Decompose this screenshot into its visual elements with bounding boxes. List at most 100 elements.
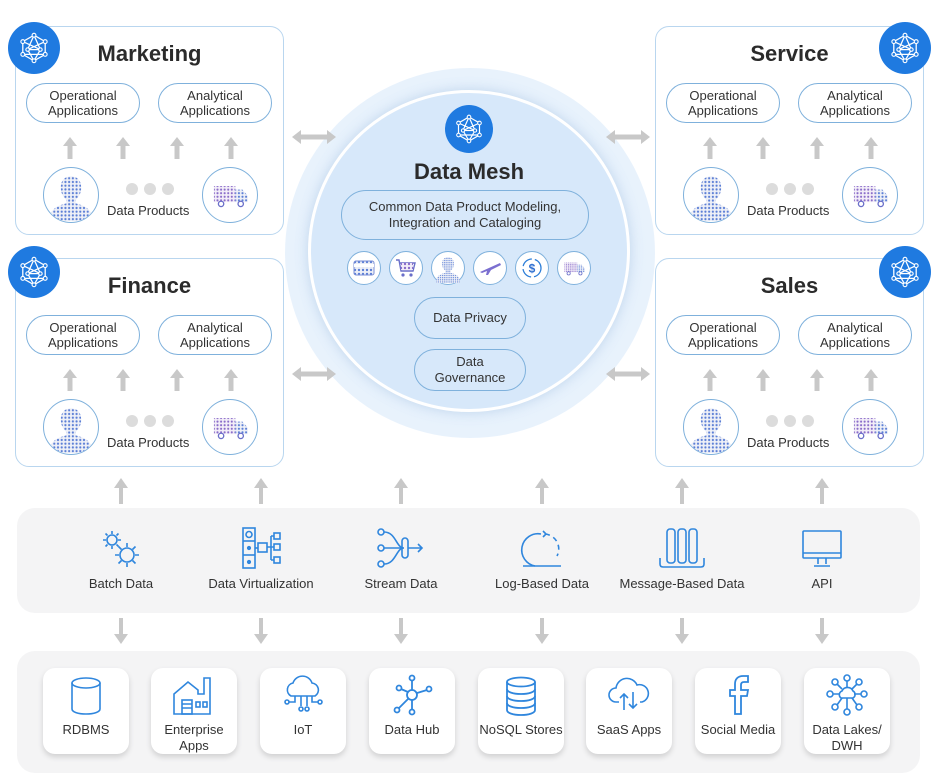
cloud-circuit-icon <box>260 674 346 716</box>
person-product <box>43 167 99 223</box>
up-arrow <box>224 137 238 159</box>
down-arrow <box>114 618 128 644</box>
up-arrow <box>815 478 829 504</box>
domain-badge <box>879 22 931 74</box>
up-arrow <box>675 478 689 504</box>
shopping-cart-icon <box>389 251 423 285</box>
facebook-icon <box>695 674 781 716</box>
integration-method: Message-Based Data <box>617 526 747 592</box>
truck-product <box>202 399 258 455</box>
up-arrow <box>703 137 717 159</box>
bidirectional-arrow <box>606 130 650 144</box>
more-dots-icon <box>766 415 814 427</box>
integration-method: Batch Data <box>56 526 186 592</box>
data-source-label: Data Hub <box>384 722 440 737</box>
integration-method: Log-Based Data <box>477 526 607 592</box>
operational-applications-pill: Operational Applications <box>666 315 780 355</box>
data-privacy-pill: Data Privacy <box>414 297 526 339</box>
data-mesh-title: Data Mesh <box>413 159 525 184</box>
data-source-label: IoT <box>293 722 313 737</box>
data-source-card: Data Lakes/ DWH <box>804 668 890 754</box>
down-arrow <box>254 618 268 644</box>
delivery-truck-icon <box>845 170 895 220</box>
airplane-icon <box>473 251 507 285</box>
mesh-network-icon <box>18 32 50 64</box>
integration-method-label: Message-Based Data <box>619 576 745 591</box>
virtualization-icon <box>196 526 326 570</box>
domain-card-finance: Finance Operational Applications Analyti… <box>15 258 284 467</box>
person-icon <box>45 169 97 221</box>
analytical-applications-pill: Analytical Applications <box>158 83 272 123</box>
up-arrow <box>170 137 184 159</box>
integration-method: API <box>757 526 887 592</box>
credit-card-icon <box>347 251 381 285</box>
analytical-applications-pill: Analytical Applications <box>158 315 272 355</box>
data-source-card: IoT <box>260 668 346 754</box>
up-arrow <box>63 369 77 391</box>
bidirectional-arrow <box>606 367 650 381</box>
person-icon <box>45 401 97 453</box>
operational-applications-pill: Operational Applications <box>26 83 140 123</box>
operational-applications-pill: Operational Applications <box>666 83 780 123</box>
domain-badge <box>8 22 60 74</box>
svg-text:$: $ <box>529 262 536 276</box>
gears-icon <box>56 526 186 570</box>
integration-method-label: Stream Data <box>364 576 438 591</box>
data-mesh-hub: Data Mesh Common Data Product Modeling, … <box>308 90 630 412</box>
person-icon <box>685 401 737 453</box>
mesh-network-icon <box>889 256 921 288</box>
domain-card-sales: Sales Operational Applications Analytica… <box>655 258 924 467</box>
data-source-card: Social Media <box>695 668 781 754</box>
stacked-database-icon <box>478 674 564 716</box>
up-arrow <box>756 369 770 391</box>
up-arrow <box>224 369 238 391</box>
integration-method: Data Virtualization <box>196 526 326 592</box>
delivery-truck-icon <box>845 402 895 452</box>
cloud-sync-icon <box>586 674 672 716</box>
more-dots-icon <box>766 183 814 195</box>
person-product <box>683 167 739 223</box>
data-products-label: Data Products <box>107 203 190 218</box>
hub-network-icon <box>369 674 455 716</box>
data-products-label: Data Products <box>747 203 830 218</box>
up-arrow <box>535 478 549 504</box>
down-arrow <box>535 618 549 644</box>
database-cylinder-icon <box>43 674 129 716</box>
up-arrow <box>864 137 878 159</box>
person-product <box>683 399 739 455</box>
data-governance-pill: Data Governance <box>414 349 526 391</box>
modeling-pill: Common Data Product Modeling, Integratio… <box>341 190 589 240</box>
integration-method-label: Batch Data <box>88 576 154 591</box>
message-queue-icon <box>617 526 747 570</box>
data-source-card: RDBMS <box>43 668 129 754</box>
up-arrow <box>116 369 130 391</box>
factory-icon <box>151 674 237 716</box>
dollar-cycle-icon: $ <box>515 251 549 285</box>
down-arrow <box>394 618 408 644</box>
data-mesh-badge <box>445 105 493 153</box>
down-arrow <box>675 618 689 644</box>
bidirectional-arrow <box>292 367 336 381</box>
data-source-label: SaaS Apps <box>596 722 662 737</box>
log-cycle-icon <box>477 526 607 570</box>
delivery-truck-icon <box>205 170 255 220</box>
mesh-network-icon <box>18 256 50 288</box>
domain-badge <box>879 246 931 298</box>
stream-icon <box>336 526 466 570</box>
monitor-icon <box>757 526 887 570</box>
analytical-applications-pill: Analytical Applications <box>798 83 912 123</box>
analytical-applications-pill: Analytical Applications <box>798 315 912 355</box>
truck-product <box>842 399 898 455</box>
up-arrow <box>756 137 770 159</box>
up-arrow <box>810 369 824 391</box>
truck-product <box>842 167 898 223</box>
person-icon <box>431 251 465 285</box>
mesh-network-icon <box>454 114 484 144</box>
up-arrow <box>394 478 408 504</box>
more-dots-icon <box>126 415 174 427</box>
data-products-label: Data Products <box>747 435 830 450</box>
up-arrow <box>254 478 268 504</box>
data-products-label: Data Products <box>107 435 190 450</box>
up-arrow <box>810 137 824 159</box>
up-arrow <box>63 137 77 159</box>
